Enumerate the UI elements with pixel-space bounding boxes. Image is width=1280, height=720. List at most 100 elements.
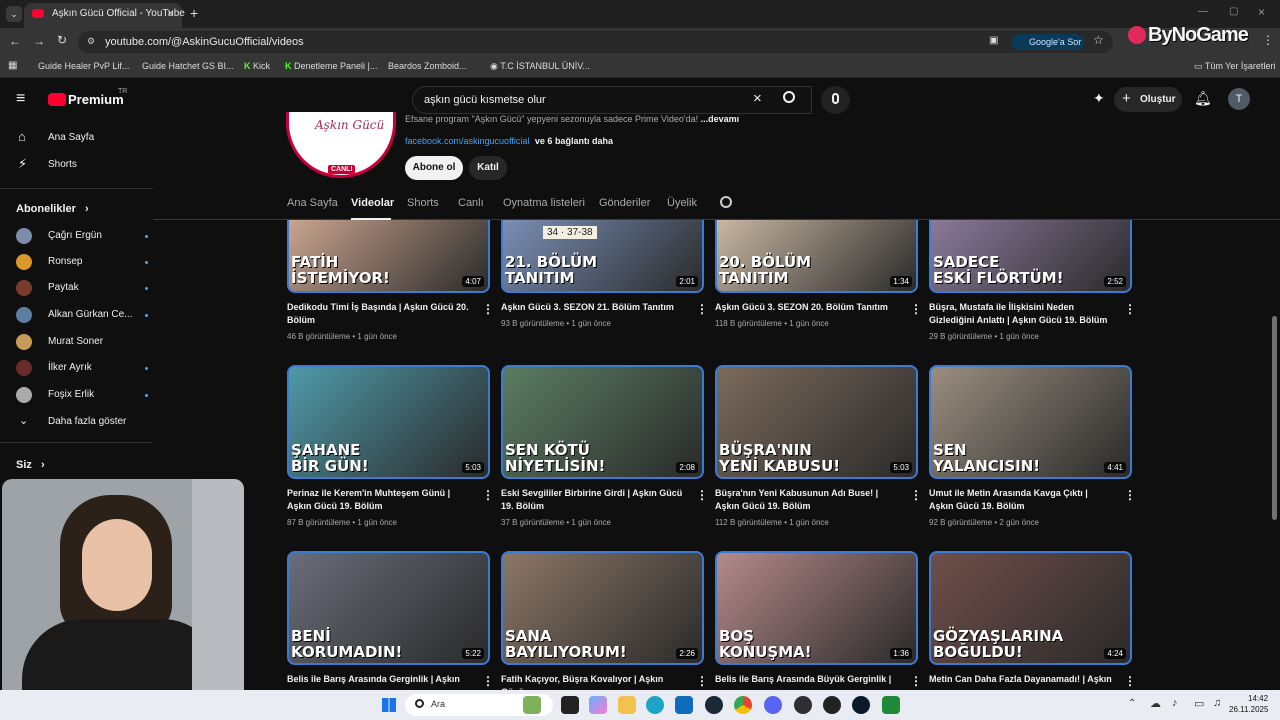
tab-membership[interactable]: Üyelik bbox=[667, 197, 697, 209]
clear-search-icon[interactable]: × bbox=[753, 90, 762, 107]
more-actions-icon[interactable]: ⋮ bbox=[696, 488, 708, 502]
subscription-item[interactable]: Murat Soner bbox=[16, 332, 146, 352]
address-field[interactable]: ⚙ youtube.com/@AskinGucuOfficial/videos bbox=[78, 31, 1113, 53]
video-thumbnail[interactable]: SEN KÖTÜ NİYETLİSİN! 2:08 bbox=[501, 365, 704, 479]
facebook-link[interactable]: facebook.com/askingucuofficial bbox=[405, 136, 529, 146]
notifications-icon[interactable]: 🔔︎ bbox=[1194, 90, 1212, 107]
video-thumbnail[interactable]: BENİ KORUMADIN! 5:22 bbox=[287, 551, 490, 665]
chrome-icon[interactable] bbox=[734, 696, 752, 714]
subscription-item[interactable]: Ronsep bbox=[16, 252, 148, 272]
display-icon[interactable]: ▭ bbox=[1194, 697, 1204, 710]
cast-icon[interactable]: ▣ bbox=[989, 35, 998, 46]
video-thumbnail[interactable]: 20. BÖLÜM TANITIM 1:34 bbox=[715, 220, 918, 293]
subscription-item[interactable]: Foşix Erlik bbox=[16, 385, 148, 405]
tab-list-button[interactable]: ⌄ bbox=[6, 6, 22, 22]
video-thumbnail[interactable]: FATİH İSTEMİYOR! 4:07 bbox=[287, 220, 490, 293]
channel-search-icon[interactable] bbox=[720, 196, 732, 208]
browser-menu-icon[interactable]: ⋮ bbox=[1262, 33, 1274, 47]
search-button[interactable] bbox=[770, 86, 812, 114]
video-title[interactable]: Perinaz ile Kerem'in Muhteşem Günü | Aşk… bbox=[287, 487, 471, 513]
video-title[interactable]: Umut ile Metin Arasında Kavga Çıktı | Aş… bbox=[929, 487, 1113, 513]
more-actions-icon[interactable]: ⋮ bbox=[482, 674, 494, 688]
maximize-icon[interactable]: ▢ bbox=[1229, 6, 1238, 17]
obs-icon[interactable] bbox=[794, 696, 812, 714]
new-tab-icon[interactable]: + bbox=[190, 5, 198, 21]
bookmark-item[interactable]: K Denetleme Paneli |... bbox=[285, 61, 377, 71]
video-title[interactable]: Aşkın Gücü 3. SEZON 20. Bölüm Tanıtım bbox=[715, 301, 899, 314]
bookmark-item[interactable]: Guide Hatchet GS BI... bbox=[142, 61, 234, 71]
more-actions-icon[interactable]: ⋮ bbox=[1124, 488, 1136, 502]
subscription-item[interactable]: Çağrı Ergün bbox=[16, 226, 148, 246]
discord-icon[interactable] bbox=[764, 696, 782, 714]
subscribe-button[interactable]: Abone ol bbox=[405, 156, 463, 180]
bookmark-item[interactable]: ◉ T.C İSTANBUL ÜNİV... bbox=[490, 61, 590, 72]
video-title[interactable]: Dedikodu Timi İş Başında | Aşkın Gücü 20… bbox=[287, 301, 471, 327]
more-actions-icon[interactable]: ⋮ bbox=[696, 302, 708, 316]
app-green-icon[interactable] bbox=[882, 696, 900, 714]
close-window-icon[interactable]: × bbox=[1258, 5, 1265, 19]
microphone-tray-icon[interactable]: ♪ bbox=[1172, 697, 1178, 709]
video-title[interactable]: Aşkın Gücü 3. SEZON 21. Bölüm Tanıtım bbox=[501, 301, 685, 314]
bookmark-item[interactable]: K Kick bbox=[244, 61, 270, 71]
widgets-icon[interactable] bbox=[523, 696, 541, 714]
more-actions-icon[interactable]: ⋮ bbox=[1124, 302, 1136, 316]
more-actions-icon[interactable]: ⋮ bbox=[910, 302, 922, 316]
subscription-item[interactable]: İlker Ayrık bbox=[16, 358, 148, 378]
page-scrollbar[interactable] bbox=[1272, 316, 1277, 520]
network-icon[interactable]: ☁ bbox=[1150, 697, 1161, 710]
subscription-item[interactable]: Paytak bbox=[16, 278, 148, 298]
video-thumbnail[interactable]: BOŞ KONUŞMA! 1:36 bbox=[715, 551, 918, 665]
video-title[interactable]: Belis ile Barış Arasında Gerginlik | Aşk… bbox=[287, 673, 471, 686]
windows-start-icon[interactable] bbox=[382, 698, 396, 712]
forward-icon[interactable]: → bbox=[33, 34, 45, 48]
subscriptions-header[interactable]: Abonelikler › bbox=[16, 203, 89, 215]
clock-date[interactable]: 26.11.2025 bbox=[1229, 705, 1268, 714]
tab-playlists[interactable]: Oynatma listeleri bbox=[503, 197, 585, 209]
more-actions-icon[interactable]: ⋮ bbox=[1124, 674, 1136, 688]
more-actions-icon[interactable]: ⋮ bbox=[696, 674, 708, 688]
video-title[interactable]: Metin Can Daha Fazla Dayanamadı! | Aşkın bbox=[929, 673, 1113, 686]
tab-posts[interactable]: Gönderiler bbox=[599, 197, 650, 209]
more-actions-icon[interactable]: ⋮ bbox=[482, 302, 494, 316]
menu-icon[interactable]: ≡ bbox=[16, 90, 25, 108]
sidebar-item-shorts[interactable]: ⚡︎ Shorts bbox=[16, 155, 146, 175]
show-more-button[interactable]: ⌄ Daha fazla göster bbox=[16, 412, 146, 432]
bookmark-item[interactable]: Guide Healer PvP Lif... bbox=[38, 61, 129, 71]
google-sor-button[interactable]: Google'a Sor bbox=[1011, 34, 1084, 50]
file-explorer-icon[interactable] bbox=[618, 696, 636, 714]
steam-alt-icon[interactable] bbox=[852, 696, 870, 714]
video-thumbnail[interactable]: SADECE ESKİ FLÖRTÜM! 2:52 bbox=[929, 220, 1132, 293]
video-title[interactable]: Büşra, Mustafa ile İlişkisini Neden Gizl… bbox=[929, 301, 1113, 327]
browser-tab[interactable]: Aşkın Gücü Official - YouTube × bbox=[24, 3, 185, 28]
back-icon[interactable]: ← bbox=[9, 34, 21, 48]
steam-icon[interactable] bbox=[705, 696, 723, 714]
sidebar-item-home[interactable]: ⌂ Ana Sayfa bbox=[16, 128, 146, 148]
video-thumbnail[interactable]: SANA BAYILIYORUM! 2:26 bbox=[501, 551, 704, 665]
tab-shorts[interactable]: Shorts bbox=[407, 197, 439, 209]
tray-chevron-icon[interactable]: ⌃ bbox=[1128, 698, 1136, 709]
more-link[interactable]: ...devamı bbox=[701, 114, 740, 124]
copilot-icon[interactable] bbox=[589, 696, 607, 714]
video-thumbnail[interactable]: BÜŞRA'NIN YENİ KABUSU! 5:03 bbox=[715, 365, 918, 479]
more-links-button[interactable]: ve 6 bağlantı daha bbox=[535, 136, 613, 146]
subscription-item[interactable]: Alkan Gürkan Ce... bbox=[16, 305, 148, 325]
tab-videos[interactable]: Videolar bbox=[351, 197, 394, 209]
video-thumbnail[interactable]: GÖZYAŞLARINA BOĞULDU! 4:24 bbox=[929, 551, 1132, 665]
more-actions-icon[interactable]: ⋮ bbox=[910, 674, 922, 688]
edge-icon[interactable] bbox=[646, 696, 664, 714]
join-button[interactable]: Katıl bbox=[469, 156, 507, 180]
video-thumbnail[interactable]: SEN YALANCISIN! 4:41 bbox=[929, 365, 1132, 479]
create-button[interactable]: + Oluştur bbox=[1114, 87, 1182, 112]
search-input[interactable]: aşkın gücü kısmetse olur × bbox=[412, 86, 812, 114]
volume-icon[interactable]: ♫ bbox=[1213, 697, 1221, 709]
user-avatar[interactable]: T bbox=[1228, 88, 1250, 110]
all-bookmarks[interactable]: ▭ Tüm Yer İşaretleri bbox=[1194, 61, 1275, 72]
video-title[interactable]: Eski Sevgililer Birbirine Girdi | Aşkın … bbox=[501, 487, 685, 513]
more-actions-icon[interactable]: ⋮ bbox=[910, 488, 922, 502]
you-header[interactable]: Siz › bbox=[16, 459, 45, 471]
bookmark-item[interactable]: Beardos Zomboid... bbox=[388, 61, 467, 71]
video-title[interactable]: Belis ile Barış Arasında Büyük Gerginlik… bbox=[715, 673, 899, 686]
channel-avatar[interactable]: Aşkın Gücü CANLI bbox=[286, 112, 396, 178]
video-title[interactable]: Büşra'nın Yeni Kabusunun Adı Buse! | Aşk… bbox=[715, 487, 899, 513]
close-tab-icon[interactable]: × bbox=[167, 6, 174, 20]
